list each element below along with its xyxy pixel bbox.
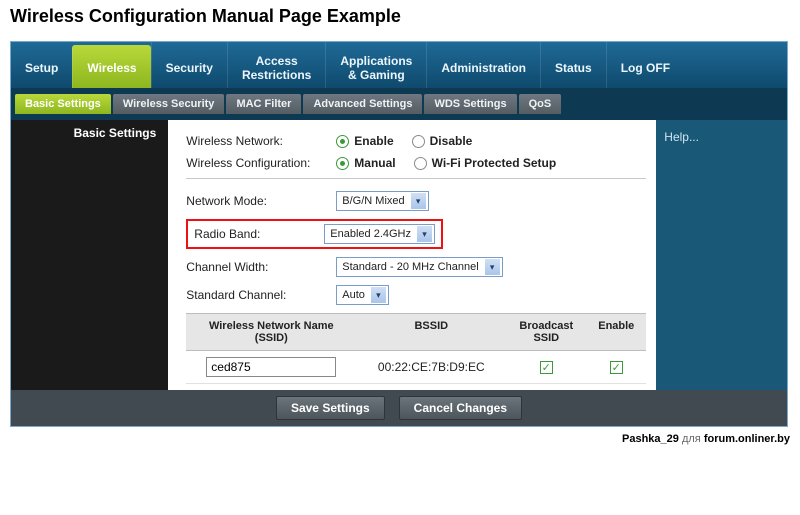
nav-security[interactable]: Security bbox=[151, 42, 227, 88]
tab-qos[interactable]: QoS bbox=[519, 94, 562, 114]
radio-config-wps[interactable]: Wi-Fi Protected Setup bbox=[414, 156, 557, 170]
divider bbox=[186, 178, 646, 179]
th-ssid: Wireless Network Name (SSID) bbox=[186, 314, 356, 350]
ssid-table: Wireless Network Name (SSID) BSSID Broad… bbox=[186, 313, 646, 384]
radio-icon bbox=[412, 135, 425, 148]
radio-icon bbox=[336, 135, 349, 148]
help-link[interactable]: Help... bbox=[664, 130, 699, 144]
th-broadcast: Broadcast SSID bbox=[506, 314, 586, 350]
radio-config-manual[interactable]: Manual bbox=[336, 156, 395, 170]
tab-mac-filter[interactable]: MAC Filter bbox=[226, 94, 301, 114]
select-channel-width[interactable]: Standard - 20 MHz Channel ▾ bbox=[336, 257, 502, 277]
nav-logoff[interactable]: Log OFF bbox=[606, 42, 684, 88]
chevron-down-icon: ▾ bbox=[411, 193, 426, 209]
select-value: Enabled 2.4GHz bbox=[330, 228, 411, 240]
radio-network-enable[interactable]: Enable bbox=[336, 134, 393, 148]
radio-label: Disable bbox=[430, 134, 473, 148]
checkbox-broadcast[interactable]: ✓ bbox=[540, 361, 553, 374]
watermark-site: forum.onliner.by bbox=[704, 433, 790, 445]
label-wireless-network: Wireless Network: bbox=[186, 134, 336, 148]
th-bssid: BSSID bbox=[356, 314, 506, 350]
select-value: B/G/N Mixed bbox=[342, 195, 404, 207]
settings-panel: Wireless Network: Enable Disable Wireles… bbox=[168, 120, 656, 390]
table-row: 00:22:CE:7B:D9:EC ✓ ✓ bbox=[186, 351, 646, 384]
watermark: Pashka_29 для forum.onliner.by bbox=[0, 431, 800, 445]
radio-label: Manual bbox=[354, 156, 395, 170]
nav-wireless[interactable]: Wireless bbox=[72, 45, 150, 88]
button-bar: Save Settings Cancel Changes bbox=[11, 390, 787, 426]
tab-basic-settings[interactable]: Basic Settings bbox=[15, 94, 111, 114]
help-panel: Help... bbox=[656, 120, 787, 390]
nav-applications-gaming[interactable]: Applications & Gaming bbox=[325, 42, 426, 88]
left-sidebar: Basic Settings bbox=[11, 120, 168, 390]
label-wireless-config: Wireless Configuration: bbox=[186, 156, 336, 170]
watermark-mid: для bbox=[679, 433, 704, 445]
checkbox-enable[interactable]: ✓ bbox=[610, 361, 623, 374]
radio-label: Enable bbox=[354, 134, 393, 148]
select-value: Standard - 20 MHz Channel bbox=[342, 261, 478, 273]
label-radio-band: Radio Band: bbox=[194, 227, 324, 241]
watermark-user: Pashka_29 bbox=[622, 433, 679, 445]
nav-access-restrictions[interactable]: Access Restrictions bbox=[227, 42, 325, 88]
th-enable: Enable bbox=[586, 314, 646, 350]
select-radio-band[interactable]: Enabled 2.4GHz ▾ bbox=[324, 224, 435, 244]
radio-band-highlight: Radio Band: Enabled 2.4GHz ▾ bbox=[186, 219, 443, 249]
chevron-down-icon: ▾ bbox=[417, 226, 432, 242]
sub-nav: Basic Settings Wireless Security MAC Fil… bbox=[11, 88, 787, 120]
radio-label: Wi-Fi Protected Setup bbox=[432, 156, 557, 170]
nav-status[interactable]: Status bbox=[540, 42, 606, 88]
label-standard-channel: Standard Channel: bbox=[186, 288, 336, 302]
select-standard-channel[interactable]: Auto ▾ bbox=[336, 285, 389, 305]
tab-wireless-security[interactable]: Wireless Security bbox=[113, 94, 225, 114]
chevron-down-icon: ▾ bbox=[371, 287, 386, 303]
page-title: Wireless Configuration Manual Page Examp… bbox=[0, 0, 800, 41]
nav-administration[interactable]: Administration bbox=[426, 42, 540, 88]
select-value: Auto bbox=[342, 289, 365, 301]
tab-wds-settings[interactable]: WDS Settings bbox=[424, 94, 516, 114]
radio-icon bbox=[336, 157, 349, 170]
tab-advanced-settings[interactable]: Advanced Settings bbox=[303, 94, 422, 114]
label-network-mode: Network Mode: bbox=[186, 194, 336, 208]
radio-icon bbox=[414, 157, 427, 170]
radio-network-disable[interactable]: Disable bbox=[412, 134, 473, 148]
select-network-mode[interactable]: B/G/N Mixed ▾ bbox=[336, 191, 428, 211]
label-channel-width: Channel Width: bbox=[186, 260, 336, 274]
save-button[interactable]: Save Settings bbox=[276, 396, 385, 420]
cancel-button[interactable]: Cancel Changes bbox=[399, 396, 522, 420]
bssid-value: 00:22:CE:7B:D9:EC bbox=[356, 354, 506, 380]
router-admin-frame: Setup Wireless Security Access Restricti… bbox=[10, 41, 788, 427]
section-title: Basic Settings bbox=[11, 120, 168, 146]
ssid-input[interactable] bbox=[206, 357, 336, 377]
top-nav: Setup Wireless Security Access Restricti… bbox=[11, 42, 787, 88]
chevron-down-icon: ▾ bbox=[485, 259, 500, 275]
nav-setup[interactable]: Setup bbox=[11, 42, 72, 88]
